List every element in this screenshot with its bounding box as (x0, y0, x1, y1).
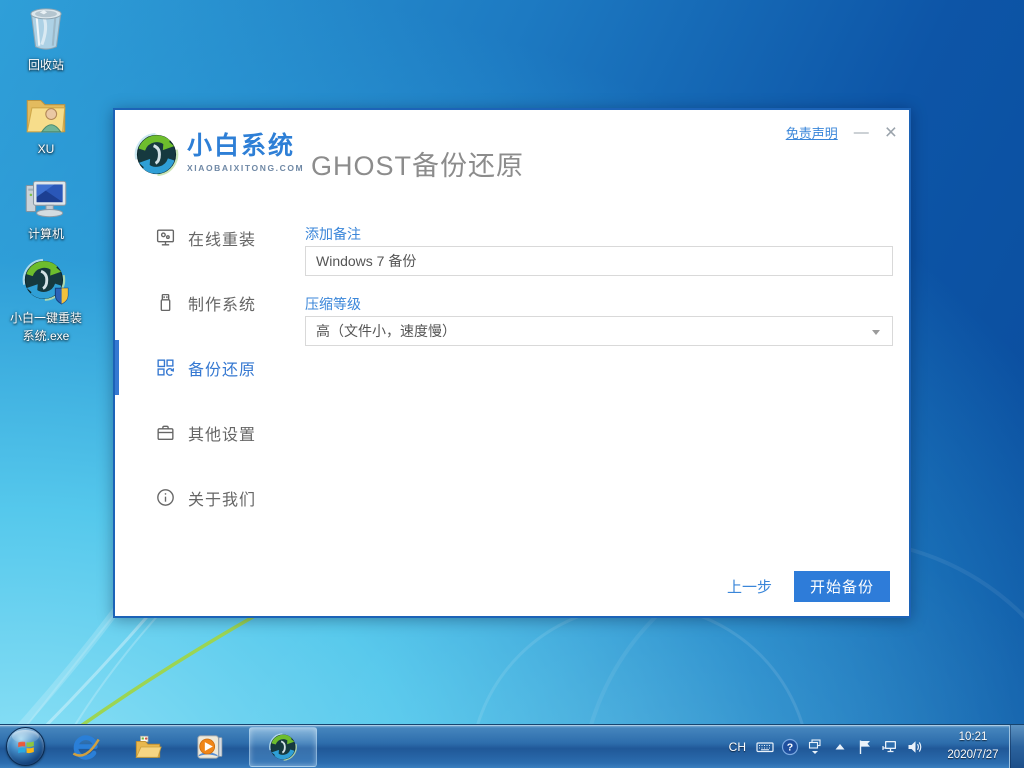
sidebar-item-backup-restore[interactable]: 备份还原 (115, 335, 305, 400)
internet-explorer-icon[interactable] (71, 732, 101, 762)
desktop-icon-xu-folder[interactable]: XU (0, 88, 92, 158)
desktop-icon-label: 回收站 (27, 58, 64, 72)
sidebar: 在线重装 制作系统 备份还原 其他设置 关于我们 (115, 205, 305, 530)
desktop-icon-label: 小白一键重装 系统.exe (9, 311, 82, 343)
xiaobai-app-icon (268, 732, 298, 762)
volume-icon[interactable] (906, 738, 924, 756)
start-button[interactable] (6, 727, 45, 766)
help-icon[interactable]: ? (781, 738, 799, 756)
taskbar-active-app-xiaobai[interactable] (249, 726, 317, 767)
user-folder-icon (26, 100, 66, 133)
back-button[interactable]: 上一步 (727, 576, 772, 597)
note-label: 添加备注 (305, 226, 361, 242)
windows-explorer-icon[interactable] (133, 732, 163, 762)
show-desktop-button[interactable] (1009, 725, 1024, 768)
clock-time: 10:21 (958, 731, 988, 744)
brand-block: 小白系统 XIAOBAIXITONG.COM (187, 132, 305, 174)
xiaobai-app-icon (21, 257, 69, 305)
desktop-icons: 回收站 XU 计算机 小白一键重装 系统.exe (0, 4, 92, 345)
recycle-bin-icon (30, 8, 62, 50)
disclaimer-link[interactable]: 免责声明 (786, 123, 838, 142)
page-title: GHOST备份还原 (311, 151, 525, 181)
sidebar-item-label: 制作系统 (188, 296, 257, 314)
minimize-button[interactable]: — (854, 125, 869, 140)
sidebar-item-label: 其他设置 (188, 426, 257, 444)
xiaobai-logo-icon (133, 131, 180, 178)
network-icon[interactable] (881, 738, 899, 756)
sidebar-item-label: 备份还原 (188, 361, 257, 379)
hidden-icons-arrow-icon[interactable] (831, 738, 849, 756)
desktop-icon-xiaobai-exe[interactable]: 小白一键重装 系统.exe (0, 257, 92, 345)
briefcase-icon (157, 425, 174, 441)
clock-date: 2020/7/27 (947, 748, 999, 761)
taskbar-clock[interactable]: 10:21 2020/7/27 (939, 725, 1007, 768)
compression-selected-value: 高（文件小，速度慢） (316, 323, 456, 339)
taskbar-pinned-icons (71, 732, 225, 762)
help-glyph: ? (787, 741, 793, 753)
desktop-icon-label: 计算机 (27, 226, 64, 241)
media-player-icon[interactable] (195, 732, 225, 762)
sidebar-item-online-reinstall[interactable]: 在线重装 (115, 205, 305, 270)
desktop-icon-recycle-bin[interactable]: 回收站 (0, 4, 92, 74)
computer-icon (25, 180, 67, 218)
backup-grid-icon (157, 359, 175, 376)
desktop-icon-computer[interactable]: 计算机 (0, 173, 92, 243)
language-indicator[interactable]: CH (726, 740, 749, 754)
sidebar-item-make-system[interactable]: 制作系统 (115, 270, 305, 335)
keyboard-icon[interactable] (756, 738, 774, 756)
sidebar-item-label: 关于我们 (188, 491, 257, 509)
monitor-icon (156, 229, 175, 246)
xiaobai-ghost-backup-window: 免责声明 — × 小白系统 XIAOBAIXITONG.COM GHOST备份还… (113, 108, 911, 618)
compression-select[interactable]: 高（文件小，速度慢） (305, 316, 893, 346)
windows-flag-icon (17, 740, 34, 753)
info-icon (157, 489, 174, 506)
footer-actions: 上一步 开始备份 (727, 571, 890, 602)
start-backup-button[interactable]: 开始备份 (794, 571, 890, 602)
sidebar-item-about-us[interactable]: 关于我们 (115, 465, 305, 530)
compression-label: 压缩等级 (305, 296, 361, 312)
brand-name: 小白系统 (187, 132, 296, 160)
sidebar-item-label: 在线重装 (188, 231, 257, 249)
restore-window-icon[interactable] (806, 738, 824, 756)
sidebar-item-other-settings[interactable]: 其他设置 (115, 400, 305, 465)
chevron-down-icon (872, 330, 880, 335)
taskbar: CH ? 10:21 2020/7/27 (0, 724, 1024, 768)
close-button[interactable]: × (885, 122, 897, 143)
usb-drive-icon (160, 293, 171, 312)
brand-domain: XIAOBAIXITONG.COM (187, 163, 305, 173)
desktop-icon-label: XU (37, 142, 55, 157)
titlebar-controls: 免责声明 — × (786, 122, 897, 143)
action-center-flag-icon[interactable] (856, 738, 874, 756)
note-input[interactable] (305, 246, 893, 276)
system-tray: CH ? (726, 725, 924, 768)
